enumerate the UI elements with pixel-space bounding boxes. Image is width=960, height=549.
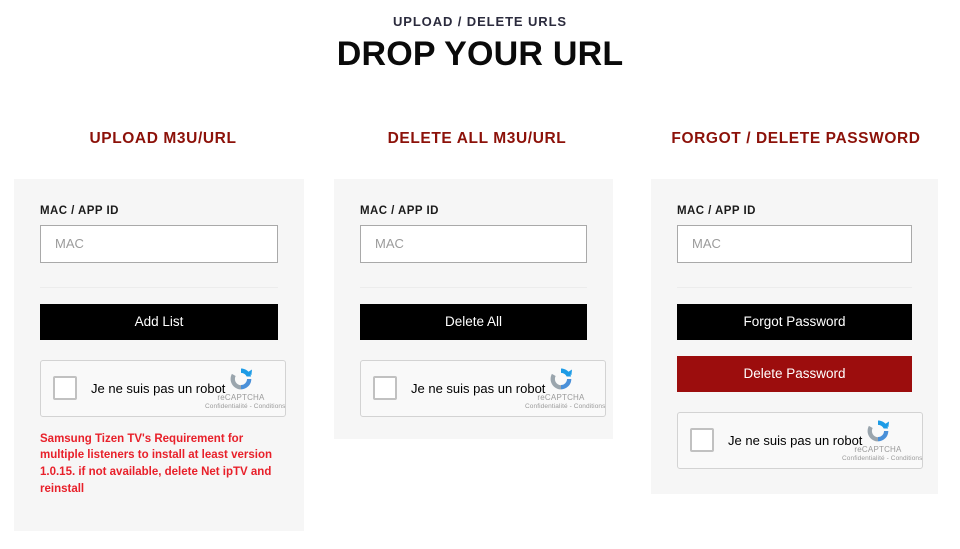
divider-upload [40, 286, 278, 288]
column-password: FORGOT / DELETE PASSWORD MAC / APP ID Fo… [641, 130, 951, 494]
columns-container: UPLOAD M3U/URL MAC / APP ID Add List Je … [0, 130, 960, 532]
mac-label-upload: MAC / APP ID [40, 204, 119, 217]
recaptcha-brand-name-delete-all: reCAPTCHA [537, 392, 585, 402]
forgot-password-button[interactable]: Forgot Password [677, 303, 912, 340]
column-title-upload: UPLOAD M3U/URL [89, 130, 237, 147]
recaptcha-checkbox-password[interactable] [690, 428, 714, 453]
card-delete-all: MAC / APP ID Delete All Je ne suis pas u… [334, 178, 613, 439]
page-header: UPLOAD / DELETE URLS DROP YOUR URL [0, 0, 960, 75]
recaptcha-logo-icon [550, 368, 573, 390]
card-upload: MAC / APP ID Add List Je ne suis pas un … [14, 178, 304, 532]
warning-note-upload: Samsung Tizen TV's Requirement for multi… [40, 432, 272, 495]
recaptcha-brand-name-password: reCAPTCHA [854, 444, 902, 454]
delete-all-button[interactable]: Delete All [360, 303, 587, 340]
recaptcha-brand-password: reCAPTCHA Confidentialité - Conditions [842, 417, 923, 463]
column-delete-all: DELETE ALL M3U/URL MAC / APP ID Delete A… [327, 130, 627, 439]
recaptcha-checkbox-delete-all[interactable] [373, 376, 397, 401]
column-title-delete-all: DELETE ALL M3U/URL [387, 130, 567, 147]
mac-label-password: MAC / APP ID [677, 204, 756, 217]
recaptcha-logo-icon [867, 420, 890, 442]
delete-password-button[interactable]: Delete Password [677, 355, 912, 392]
add-list-button[interactable]: Add List [40, 303, 278, 340]
divider-password [677, 286, 912, 288]
recaptcha-terms-password: Confidentialité - Conditions [842, 454, 923, 462]
recaptcha-checkbox-upload[interactable] [53, 376, 77, 401]
recaptcha-widget-upload[interactable]: Je ne suis pas un robot reCAPTCHA Confid… [40, 359, 286, 417]
mac-input-upload[interactable] [40, 224, 278, 263]
page-eyebrow: UPLOAD / DELETE URLS [392, 14, 567, 29]
recaptcha-brand-name-upload: reCAPTCHA [217, 392, 265, 402]
card-password: MAC / APP ID Forgot Password Delete Pass… [651, 178, 938, 494]
column-title-password: FORGOT / DELETE PASSWORD [671, 130, 921, 147]
mac-input-delete-all[interactable] [360, 224, 587, 263]
page-title: DROP YOUR URL [336, 34, 624, 73]
divider-delete-all [360, 286, 587, 288]
recaptcha-brand-upload: reCAPTCHA Confidentialité - Conditions [205, 365, 286, 411]
recaptcha-logo-icon [230, 368, 253, 390]
recaptcha-brand-delete-all: reCAPTCHA Confidentialité - Conditions [525, 365, 606, 411]
recaptcha-widget-password[interactable]: Je ne suis pas un robot reCAPTCHA Confid… [677, 411, 923, 469]
mac-input-password[interactable] [677, 224, 912, 263]
column-upload: UPLOAD M3U/URL MAC / APP ID Add List Je … [8, 130, 318, 532]
recaptcha-terms-upload: Confidentialité - Conditions [205, 402, 286, 410]
recaptcha-widget-delete-all[interactable]: Je ne suis pas un robot reCAPTCHA Confid… [360, 359, 606, 417]
mac-label-delete-all: MAC / APP ID [360, 204, 439, 217]
recaptcha-terms-delete-all: Confidentialité - Conditions [525, 402, 606, 410]
